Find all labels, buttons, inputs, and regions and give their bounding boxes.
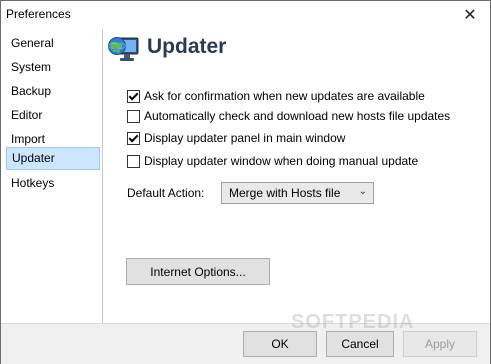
- page-title: Updater: [147, 35, 227, 58]
- sidebar-item-updater[interactable]: Updater: [6, 147, 100, 170]
- title-bar: Preferences ✕: [1, 1, 490, 29]
- sidebar-item-general[interactable]: General: [6, 32, 100, 55]
- option-label: Automatically check and download new hos…: [144, 109, 451, 123]
- sidebar-item-backup[interactable]: Backup: [6, 80, 100, 103]
- checkbox[interactable]: [127, 154, 140, 168]
- option-label: Ask for confirmation when new updates ar…: [144, 89, 425, 103]
- apply-button[interactable]: Apply: [403, 331, 477, 357]
- checkbox[interactable]: [127, 131, 140, 145]
- option-display-updater-window[interactable]: Display updater window when doing manual…: [127, 153, 418, 169]
- softpedia-watermark: SOFTPEDIA: [291, 311, 415, 333]
- chevron-down-icon: ⌄: [358, 186, 367, 197]
- preferences-window: Preferences ✕ General System Backup Edit…: [0, 0, 491, 364]
- category-sidebar: General System Backup Editor Import Upda…: [5, 29, 103, 323]
- sidebar-item-hotkeys[interactable]: Hotkeys: [6, 172, 100, 195]
- option-label: Display updater window when doing manual…: [144, 154, 419, 168]
- option-label: Display updater panel in main window: [144, 131, 346, 145]
- window-title: Preferences: [6, 7, 71, 21]
- close-button[interactable]: ✕: [450, 1, 490, 29]
- option-display-updater-panel[interactable]: Display updater panel in main window: [127, 130, 345, 146]
- checkbox[interactable]: [127, 109, 140, 123]
- internet-options-button[interactable]: Internet Options...: [126, 258, 270, 285]
- globe-monitor-icon: [108, 37, 139, 61]
- ok-button[interactable]: OK: [243, 331, 317, 357]
- close-icon: ✕: [463, 7, 477, 24]
- cancel-button[interactable]: Cancel: [326, 331, 394, 357]
- sidebar-item-editor[interactable]: Editor: [6, 104, 100, 127]
- default-action-value: Merge with Hosts file: [229, 186, 341, 200]
- default-action-select[interactable]: Merge with Hosts file ⌄: [221, 182, 374, 204]
- checkbox[interactable]: [127, 89, 140, 103]
- default-action-label: Default Action:: [127, 186, 205, 200]
- sidebar-item-system[interactable]: System: [6, 56, 100, 79]
- option-ask-confirmation[interactable]: Ask for confirmation when new updates ar…: [127, 88, 425, 104]
- option-auto-check-download[interactable]: Automatically check and download new hos…: [127, 108, 450, 124]
